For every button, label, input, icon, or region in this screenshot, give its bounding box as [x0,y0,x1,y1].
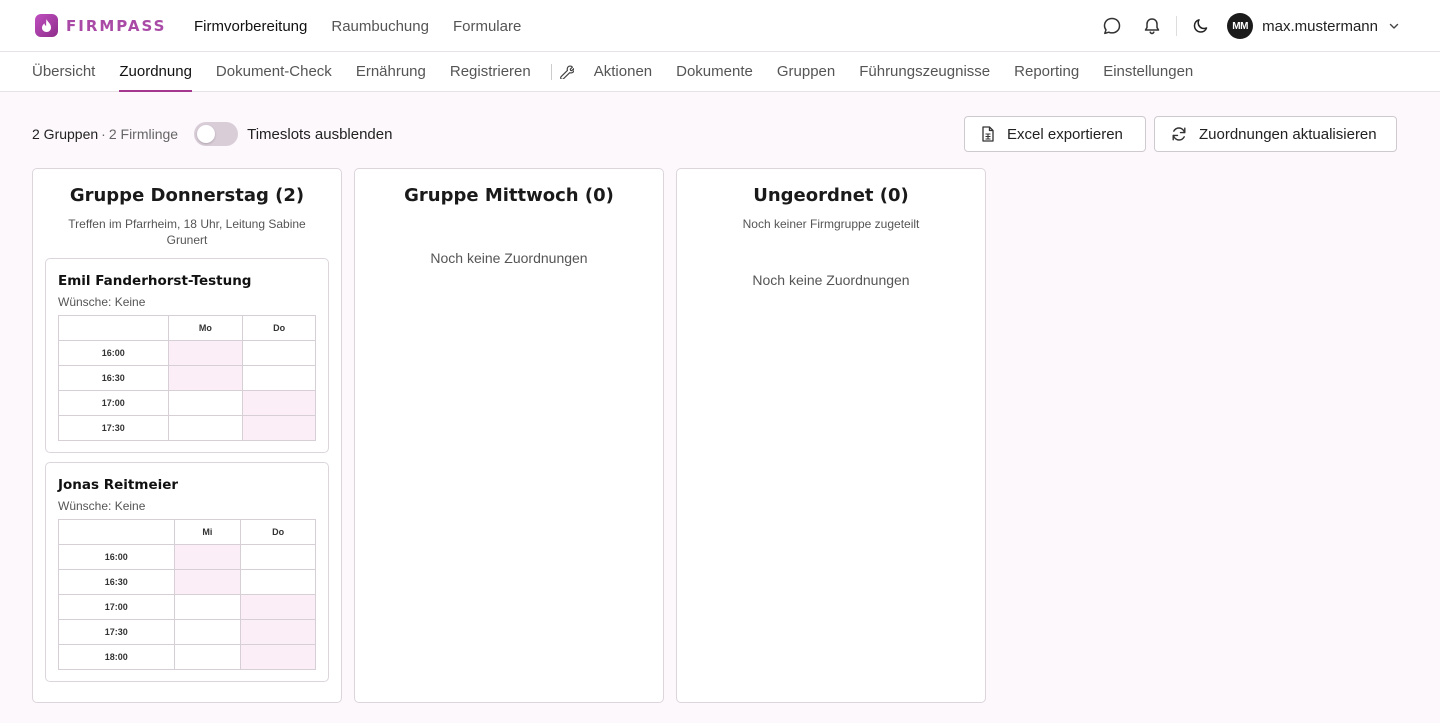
tab-gruppen[interactable]: Gruppen [777,52,835,91]
refresh-icon [1171,126,1187,142]
timeslot-cell [240,544,316,570]
timeslot-cell [240,644,316,670]
time-label: 17:00 [58,594,175,620]
timeslot-cell [242,365,316,391]
nav-firmvorbereitung[interactable]: Firmvorbereitung [194,18,307,35]
timeslot-cell [240,594,316,620]
username: max.mustermann [1262,17,1378,35]
tab-dokument-check[interactable]: Dokument-Check [216,52,332,91]
timeslot-cell [173,594,242,620]
tab-ernaehrung[interactable]: Ernährung [356,52,426,91]
timeslot-cell [173,544,242,570]
time-label: 16:30 [58,365,169,391]
time-label: 17:00 [58,390,169,416]
spreadsheet-file-icon [981,126,995,142]
tab-zuordnung[interactable]: Zuordnung [119,52,192,92]
time-label: 18:00 [58,644,175,670]
group-description: Noch keiner Firmgruppe zugeteilt [742,217,920,231]
time-label: 17:30 [58,415,169,441]
header-actions: MM max.mustermann [1100,0,1400,52]
participant-wishes: Wünsche: Keine [58,295,146,309]
timeslot-cell [242,340,316,366]
moon-icon[interactable] [1189,14,1213,38]
timeslot-cell [167,415,244,441]
tab-fuehrungszeugnisse[interactable]: Führungszeugnisse [859,52,990,91]
groups-count: 2 Gruppen [32,126,99,142]
sub-nav: Übersicht Zuordnung Dokument-Check Ernäh… [0,52,1440,92]
main-nav: Firmvorbereitung Raumbuchung Formulare [194,0,545,52]
day-header: Mi [173,519,242,545]
header-divider [1176,16,1178,36]
timeslot-table: Mo Do 16:00 16:30 17:00 17:30 [58,315,316,441]
group-title: Gruppe Donnerstag (2) [69,185,305,206]
flame-icon [35,14,58,37]
time-label: 17:30 [58,619,175,645]
participant-card[interactable]: Jonas Reitmeier Wünsche: Keine Mi Do 16:… [45,462,329,682]
top-header: FIRMPASS Firmvorbereitung Raumbuchung Fo… [0,0,1440,52]
group-description: Treffen im Pfarrheim, 18 Uhr, Leitung Sa… [68,217,306,247]
group-column-mittwoch: Gruppe Mittwoch (0) Noch keine Zuordnung… [354,168,664,703]
participant-name: Emil Fanderhorst-Testung [58,273,252,289]
timeslot-cell [167,340,244,366]
timeslot-cell [242,415,316,441]
participant-card[interactable]: Emil Fanderhorst-Testung Wünsche: Keine … [45,258,329,453]
timeslot-cell [173,644,242,670]
tab-aktionen[interactable]: Aktionen [594,52,652,91]
unassigned-column: Ungeordnet (0) Noch keiner Firmgruppe zu… [676,168,986,703]
tab-einstellungen[interactable]: Einstellungen [1103,52,1193,91]
timeslot-table: Mi Do 16:00 16:30 17:00 17:30 18:00 [58,519,316,670]
group-title: Gruppe Mittwoch (0) [404,185,614,206]
tab-registrieren[interactable]: Registrieren [450,52,531,91]
time-header [58,315,169,341]
timeslot-cell [240,569,316,595]
subnav-divider [550,63,552,80]
timeslot-cell [167,390,244,416]
nav-formulare[interactable]: Formulare [453,18,521,35]
timeslots-toggle-label[interactable]: Timeslots ausblenden [247,126,392,143]
firmlinge-count: 2 Firmlinge [108,126,179,142]
participant-name: Jonas Reitmeier [58,477,179,493]
timeslot-cell [242,390,316,416]
excel-export-label: Excel exportieren [1007,125,1123,143]
timeslot-cell [240,619,316,645]
user-menu[interactable]: MM max.mustermann [1227,13,1400,39]
refresh-assignments-label: Zuordnungen aktualisieren [1199,125,1377,143]
toggle-knob [197,125,216,143]
timeslot-cell [173,619,242,645]
timeslot-cell [167,365,244,391]
tab-uebersicht[interactable]: Übersicht [32,52,95,91]
day-header: Do [242,315,316,341]
time-label: 16:00 [58,544,175,570]
tab-reporting[interactable]: Reporting [1014,52,1079,91]
refresh-assignments-button[interactable]: Zuordnungen aktualisieren [1154,116,1397,152]
day-header: Do [240,519,316,545]
chat-icon[interactable] [1100,14,1124,38]
excel-export-button[interactable]: Excel exportieren [964,116,1146,152]
group-column-donnerstag: Gruppe Donnerstag (2) Treffen im Pfarrhe… [32,168,342,703]
participant-wishes: Wünsche: Keine [58,499,146,513]
app-logo[interactable]: FIRMPASS [35,14,166,37]
time-label: 16:00 [58,340,169,366]
empty-state: Noch keine Zuordnungen [752,272,910,288]
timeslot-cell [173,569,242,595]
nav-raumbuchung[interactable]: Raumbuchung [331,18,429,35]
time-header [58,519,175,545]
tab-dokumente[interactable]: Dokumente [676,52,753,91]
timeslots-toggle[interactable] [194,122,239,146]
chevron-down-icon [1388,20,1400,32]
group-title: Ungeordnet (0) [753,185,909,206]
logo-text: FIRMPASS [66,16,167,35]
count-separator: · [101,126,106,142]
summary-bar: 2 Gruppen · 2 Firmlinge Timeslots ausble… [32,122,392,146]
bell-icon[interactable] [1140,14,1164,38]
wrench-icon [559,52,574,91]
time-label: 16:30 [58,569,175,595]
day-header: Mo [167,315,244,341]
avatar: MM [1227,13,1254,39]
empty-state: Noch keine Zuordnungen [430,250,588,266]
